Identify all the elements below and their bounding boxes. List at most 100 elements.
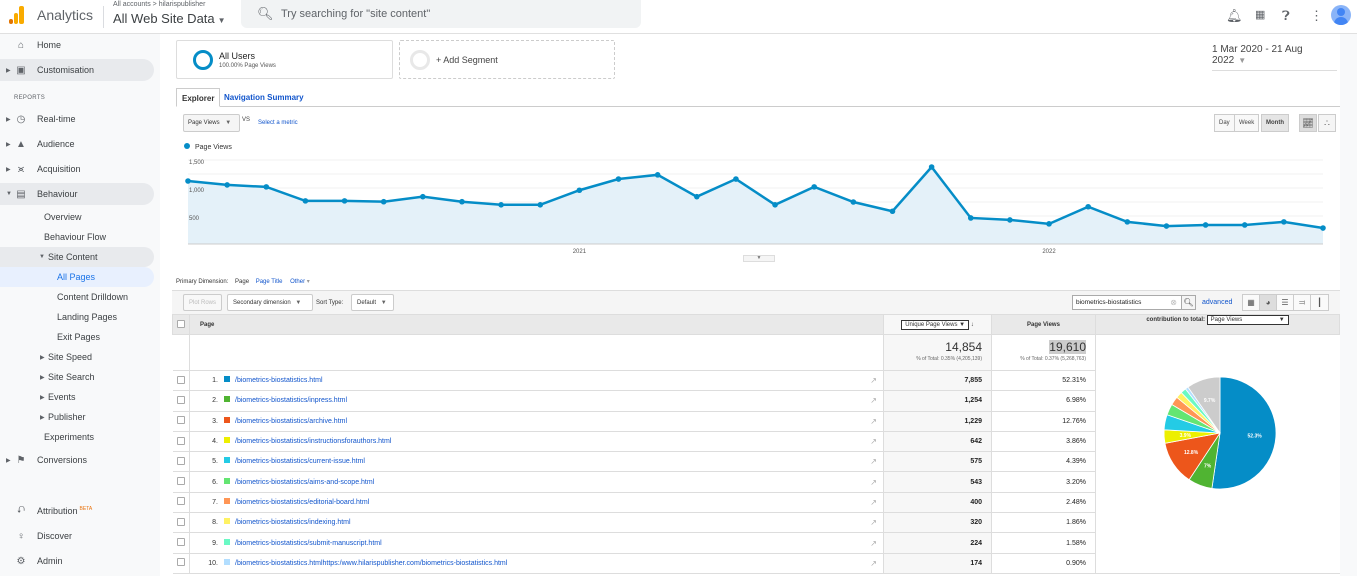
row-checkbox[interactable] [176, 477, 185, 486]
clear-icon[interactable]: ⊗ [1170, 298, 1177, 307]
sidebar-item-label: Publisher [48, 412, 86, 422]
motion-chart-icon[interactable]: ∴ [1318, 114, 1336, 132]
secondary-dimension-select[interactable]: Secondary dimension ▼ [227, 294, 313, 311]
sidebar-item-landing-pages[interactable]: Landing Pages [0, 307, 154, 327]
primary-dimension-page[interactable]: Page [235, 279, 249, 285]
row-checkbox[interactable] [176, 436, 185, 445]
page-link[interactable]: /biometrics-biostatistics/current-issue.… [235, 458, 365, 465]
sort-type-select[interactable]: Default ▼ [351, 294, 394, 311]
date-range-picker[interactable]: 1 Mar 2020 - 21 Aug 2022 ▼ [1212, 44, 1337, 71]
sidebar-item-behaviour-flow[interactable]: Behaviour Flow [0, 226, 154, 248]
search-input[interactable]: Try searching for "site content" [281, 8, 430, 20]
granularity-month[interactable]: Month [1261, 114, 1289, 132]
sidebar-item-customisation[interactable]: ▶ ▣ Customisation [0, 59, 154, 81]
external-link-icon[interactable]: ↗ [870, 376, 877, 385]
primary-dimension-other[interactable]: Other ▾ [290, 279, 310, 285]
granularity-week[interactable]: Week [1234, 114, 1260, 132]
primary-dimension-page-title[interactable]: Page Title [256, 279, 283, 285]
table-filter-input[interactable]: biometrics-biostatistics ⊗ [1072, 295, 1182, 310]
tab-explorer[interactable]: Explorer [176, 88, 221, 107]
page-link[interactable]: /biometrics-biostatistics.htmlhttps:/www… [235, 560, 507, 567]
avatar[interactable] [1331, 5, 1351, 25]
advanced-filter-link[interactable]: advanced [1202, 299, 1232, 306]
column-header-unique-page-views[interactable]: Unique Page Views ▼ ↓ [883, 314, 992, 335]
data-table-view-icon[interactable]: ▦ [1243, 295, 1260, 310]
sidebar-item-attribution[interactable]: ⮏ Attribution BETA [0, 500, 154, 522]
performance-view-icon[interactable]: ☰ [1277, 295, 1294, 310]
external-link-icon[interactable]: ↗ [870, 518, 877, 527]
column-header-page[interactable]: Page [189, 314, 884, 335]
chart-collapse-toggle[interactable]: ▼ [743, 255, 775, 262]
page-link[interactable]: /biometrics-biostatistics/instructionsfo… [235, 438, 391, 445]
filter-search-button[interactable]: 🔍︎ [1181, 295, 1196, 310]
row-checkbox[interactable] [176, 538, 185, 547]
page-link[interactable]: /biometrics-biostatistics.html [235, 377, 323, 384]
column-header-page-views[interactable]: Page Views [991, 314, 1096, 335]
external-link-icon[interactable]: ↗ [870, 437, 877, 446]
sidebar-item-audience[interactable]: ▶ ▲ Audience [0, 133, 154, 155]
line-chart-icon[interactable]: 📈︎ [1299, 114, 1317, 132]
row-checkbox[interactable] [176, 375, 185, 384]
more-vert-icon[interactable]: ⋮ [1310, 8, 1323, 24]
pivot-view-icon[interactable]: ┃ [1311, 295, 1328, 310]
search-bar[interactable]: 🔍︎ Try searching for "site content" [241, 0, 641, 28]
sidebar-item-publisher[interactable]: ▶ Publisher [0, 407, 154, 427]
sidebar-item-realtime[interactable]: ▶ ◷ Real-time [0, 108, 154, 130]
sidebar-item-home[interactable]: ⌂ Home [0, 34, 154, 56]
comparison-view-icon[interactable]: ⫤ [1294, 295, 1311, 310]
granularity-day[interactable]: Day [1214, 114, 1235, 132]
external-link-icon[interactable]: ↗ [870, 457, 877, 466]
row-checkbox[interactable] [176, 558, 185, 567]
external-link-icon[interactable]: ↗ [870, 396, 877, 405]
add-segment-button[interactable]: + Add Segment [399, 40, 615, 79]
sidebar-item-acquisition[interactable]: ▶ ⪤ Acquisition [0, 158, 154, 180]
sidebar-item-behaviour[interactable]: ▼ ▤ Behaviour [0, 183, 154, 205]
segment-all-users[interactable]: All Users 100.00% Page Views [176, 40, 393, 79]
sidebar-item-events[interactable]: ▶ Events [0, 387, 154, 407]
analytics-logo[interactable] [9, 6, 25, 24]
sidebar-item-site-content[interactable]: ▼ Site Content [0, 247, 154, 267]
page-link[interactable]: /biometrics-biostatistics/inpress.html [235, 397, 347, 404]
sidebar-item-label: Discover [37, 531, 73, 541]
page-link[interactable]: /biometrics-biostatistics/archive.html [235, 418, 347, 425]
pie-view-icon[interactable]: ◕ [1260, 295, 1277, 310]
sidebar-item-site-search[interactable]: ▶ Site Search [0, 367, 154, 387]
page-link[interactable]: /biometrics-biostatistics/editorial-boar… [235, 499, 369, 506]
plot-rows-button[interactable]: Plot Rows [183, 294, 223, 311]
external-link-icon[interactable]: ↗ [870, 539, 877, 548]
row-checkbox[interactable] [176, 456, 185, 465]
help-icon[interactable]: ❓︎ [1282, 8, 1290, 24]
sidebar-item-all-pages[interactable]: All Pages [0, 267, 154, 287]
metric-select[interactable]: Page Views ▼ [183, 114, 240, 132]
sidebar-item-experiments[interactable]: Experiments [0, 427, 154, 447]
sidebar-item-admin[interactable]: ⚙ Admin [0, 550, 154, 572]
sidebar-item-site-speed[interactable]: ▶ Site Speed [0, 347, 154, 367]
contribution-metric-select[interactable]: Page Views ▼ [1206, 315, 1289, 325]
row-checkbox[interactable] [176, 416, 185, 425]
bell-icon[interactable]: 🔔︎ [1226, 8, 1243, 24]
sidebar-item-overview[interactable]: Overview [0, 206, 154, 228]
row-checkbox[interactable] [176, 497, 185, 506]
pie-slice[interactable] [1211, 376, 1277, 490]
external-link-icon[interactable]: ↗ [870, 478, 877, 487]
row-checkbox[interactable] [176, 517, 185, 526]
page-link[interactable]: /biometrics-biostatistics/submit-manuscr… [235, 540, 382, 547]
account-breadcrumb[interactable]: All accounts > hilarispublisher [113, 1, 205, 8]
external-link-icon[interactable]: ↗ [870, 559, 877, 568]
apps-icon[interactable]: ▦ [1255, 8, 1265, 21]
page-link[interactable]: /biometrics-biostatistics/indexing.html [235, 519, 351, 526]
dashboard-icon: ▣ [16, 64, 26, 76]
tab-navigation-summary[interactable]: Navigation Summary [219, 88, 309, 107]
external-link-icon[interactable]: ↗ [870, 417, 877, 426]
unique-page-views-select[interactable]: Unique Page Views ▼ [901, 319, 970, 330]
page-link[interactable]: /biometrics-biostatistics/aims-and-scope… [235, 479, 374, 486]
sidebar-item-discover[interactable]: ♀ Discover [0, 525, 154, 547]
sidebar-item-conversions[interactable]: ▶ ⚑ Conversions [0, 449, 154, 471]
property-selector[interactable]: All Web Site Data ▼ [113, 11, 226, 26]
sidebar-item-content-drilldown[interactable]: Content Drilldown [0, 287, 154, 307]
row-checkbox[interactable] [176, 395, 185, 404]
external-link-icon[interactable]: ↗ [870, 498, 877, 507]
select-all-checkbox[interactable] [177, 319, 185, 328]
sidebar-item-exit-pages[interactable]: Exit Pages [0, 327, 154, 347]
select-metric-link[interactable]: Select a metric [258, 120, 298, 126]
